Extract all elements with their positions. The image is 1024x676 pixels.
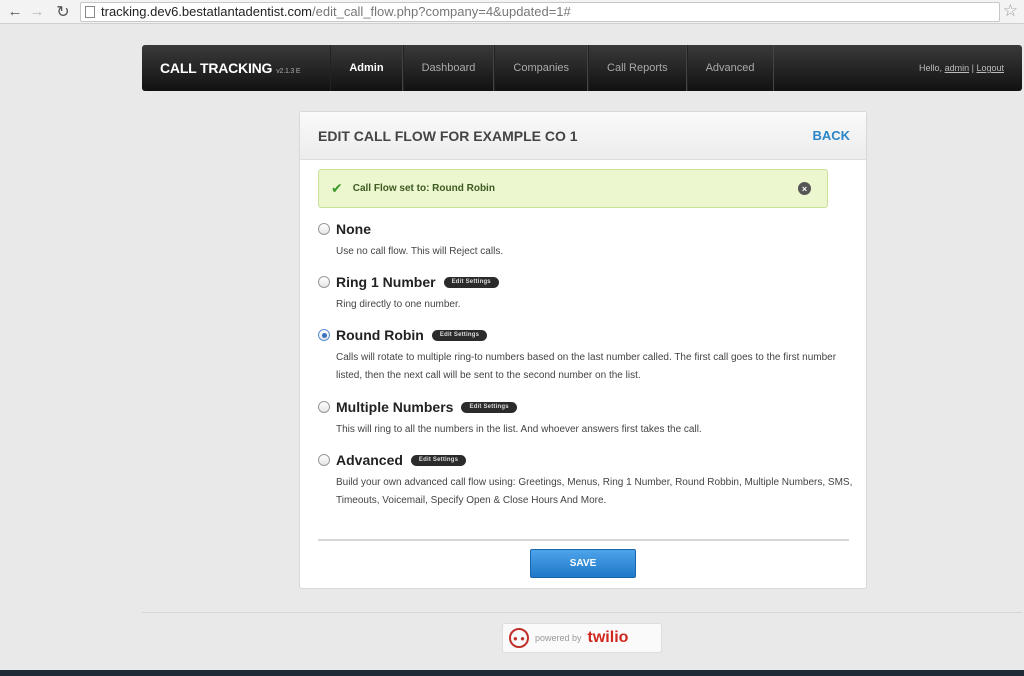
divider [318, 539, 849, 541]
nav-call-reports[interactable]: Call Reports [588, 45, 687, 91]
user-separator: | [971, 63, 974, 73]
alert-message: Call Flow set to: Round Robin [352, 183, 495, 194]
edit-settings-button[interactable]: Edit Settings [443, 276, 499, 288]
app-header: CALL TRACKING v2.1.3 E Admin Dashboard Co… [142, 45, 1022, 91]
panel-header: EDIT CALL FLOW FOR EXAMPLE CO 1 BACK [300, 112, 866, 160]
address-bar[interactable]: tracking.dev6.bestatlantadentist.com/edi… [80, 1, 1000, 22]
option-description: Ring directly to one number. [336, 299, 461, 310]
option-description: Calls will rotate to multiple ring-to nu… [336, 352, 837, 381]
powered-by-twilio-badge[interactable]: ● ● powered by twilio [502, 623, 662, 653]
close-icon[interactable]: × [798, 182, 811, 195]
reload-icon[interactable]: ↻ [52, 1, 74, 23]
url-host: tracking.dev6.bestatlantadentist.com [101, 4, 313, 19]
edit-call-flow-panel: EDIT CALL FLOW FOR EXAMPLE CO 1 BACK ✔ C… [299, 111, 867, 589]
radio-ring-1-number[interactable] [318, 276, 330, 288]
edit-settings-button[interactable]: Edit Settings [431, 329, 488, 341]
option-description: This will ring to all the numbers in the… [336, 424, 702, 435]
check-icon: ✔ [331, 180, 343, 196]
option-label[interactable]: Ring 1 Number [336, 274, 436, 290]
page-title: EDIT CALL FLOW FOR EXAMPLE CO 1 [318, 127, 578, 144]
option-label[interactable]: Multiple Numbers [336, 399, 453, 415]
page-icon [85, 5, 95, 18]
nav-admin[interactable]: Admin [330, 45, 403, 91]
twilio-logo-icon: ● ● [509, 628, 529, 648]
save-button[interactable]: SAVE [530, 549, 636, 578]
radio-multiple-numbers[interactable] [318, 401, 330, 413]
back-arrow-icon[interactable]: ← [4, 1, 26, 23]
option-description: Build your own advanced call flow using:… [336, 477, 853, 506]
option-ring-1-number: Ring 1 Number Edit Settings Ring directl… [318, 274, 858, 314]
radio-none[interactable] [318, 223, 330, 235]
nav-dashboard[interactable]: Dashboard [402, 45, 495, 91]
option-description: Use no call flow. This will Reject calls… [336, 246, 504, 257]
browser-toolbar: ← → ↻ tracking.dev6.bestatlantadentist.c… [0, 0, 1024, 24]
brand-logo[interactable]: CALL TRACKING v2.1.3 E [160, 60, 301, 76]
radio-round-robin[interactable] [318, 329, 330, 341]
edit-settings-button[interactable]: Edit Settings [410, 454, 467, 466]
user-link[interactable]: admin [945, 63, 970, 73]
main-nav: Admin Dashboard Companies Call Reports A… [330, 45, 774, 91]
success-alert: ✔ Call Flow set to: Round Robin × [318, 169, 828, 208]
url-path: /edit_call_flow.php?company=4&updated=1# [312, 4, 571, 19]
option-label[interactable]: Advanced [336, 452, 403, 468]
option-label[interactable]: Round Robin [336, 327, 424, 343]
edit-settings-button[interactable]: Edit Settings [461, 401, 517, 413]
twilio-wordmark: twilio [587, 629, 629, 646]
forward-arrow-icon[interactable]: → [26, 1, 48, 23]
powered-by-text: powered by [535, 633, 582, 643]
brand-version: v2.1.3 E [276, 68, 301, 75]
nav-advanced[interactable]: Advanced [686, 45, 774, 91]
logout-link[interactable]: Logout [976, 63, 1004, 73]
back-link[interactable]: BACK [812, 128, 850, 143]
greeting: Hello, [919, 63, 943, 73]
radio-advanced[interactable] [318, 454, 330, 466]
option-advanced: Advanced Edit Settings Build your own ad… [318, 452, 858, 510]
option-multiple-numbers: Multiple Numbers Edit Settings This will… [318, 399, 858, 439]
window-bottom-edge [0, 670, 1024, 676]
nav-companies[interactable]: Companies [494, 45, 589, 91]
option-none: None Use no call flow. This will Reject … [318, 221, 858, 261]
footer-divider [142, 612, 1022, 613]
user-area: Hello, admin | Logout [919, 63, 1004, 73]
option-round-robin: Round Robin Edit Settings Calls will rot… [318, 327, 858, 385]
brand-name: CALL TRACKING [160, 60, 273, 76]
option-label[interactable]: None [336, 221, 371, 237]
bookmark-star-icon[interactable]: ☆ [1003, 1, 1018, 21]
